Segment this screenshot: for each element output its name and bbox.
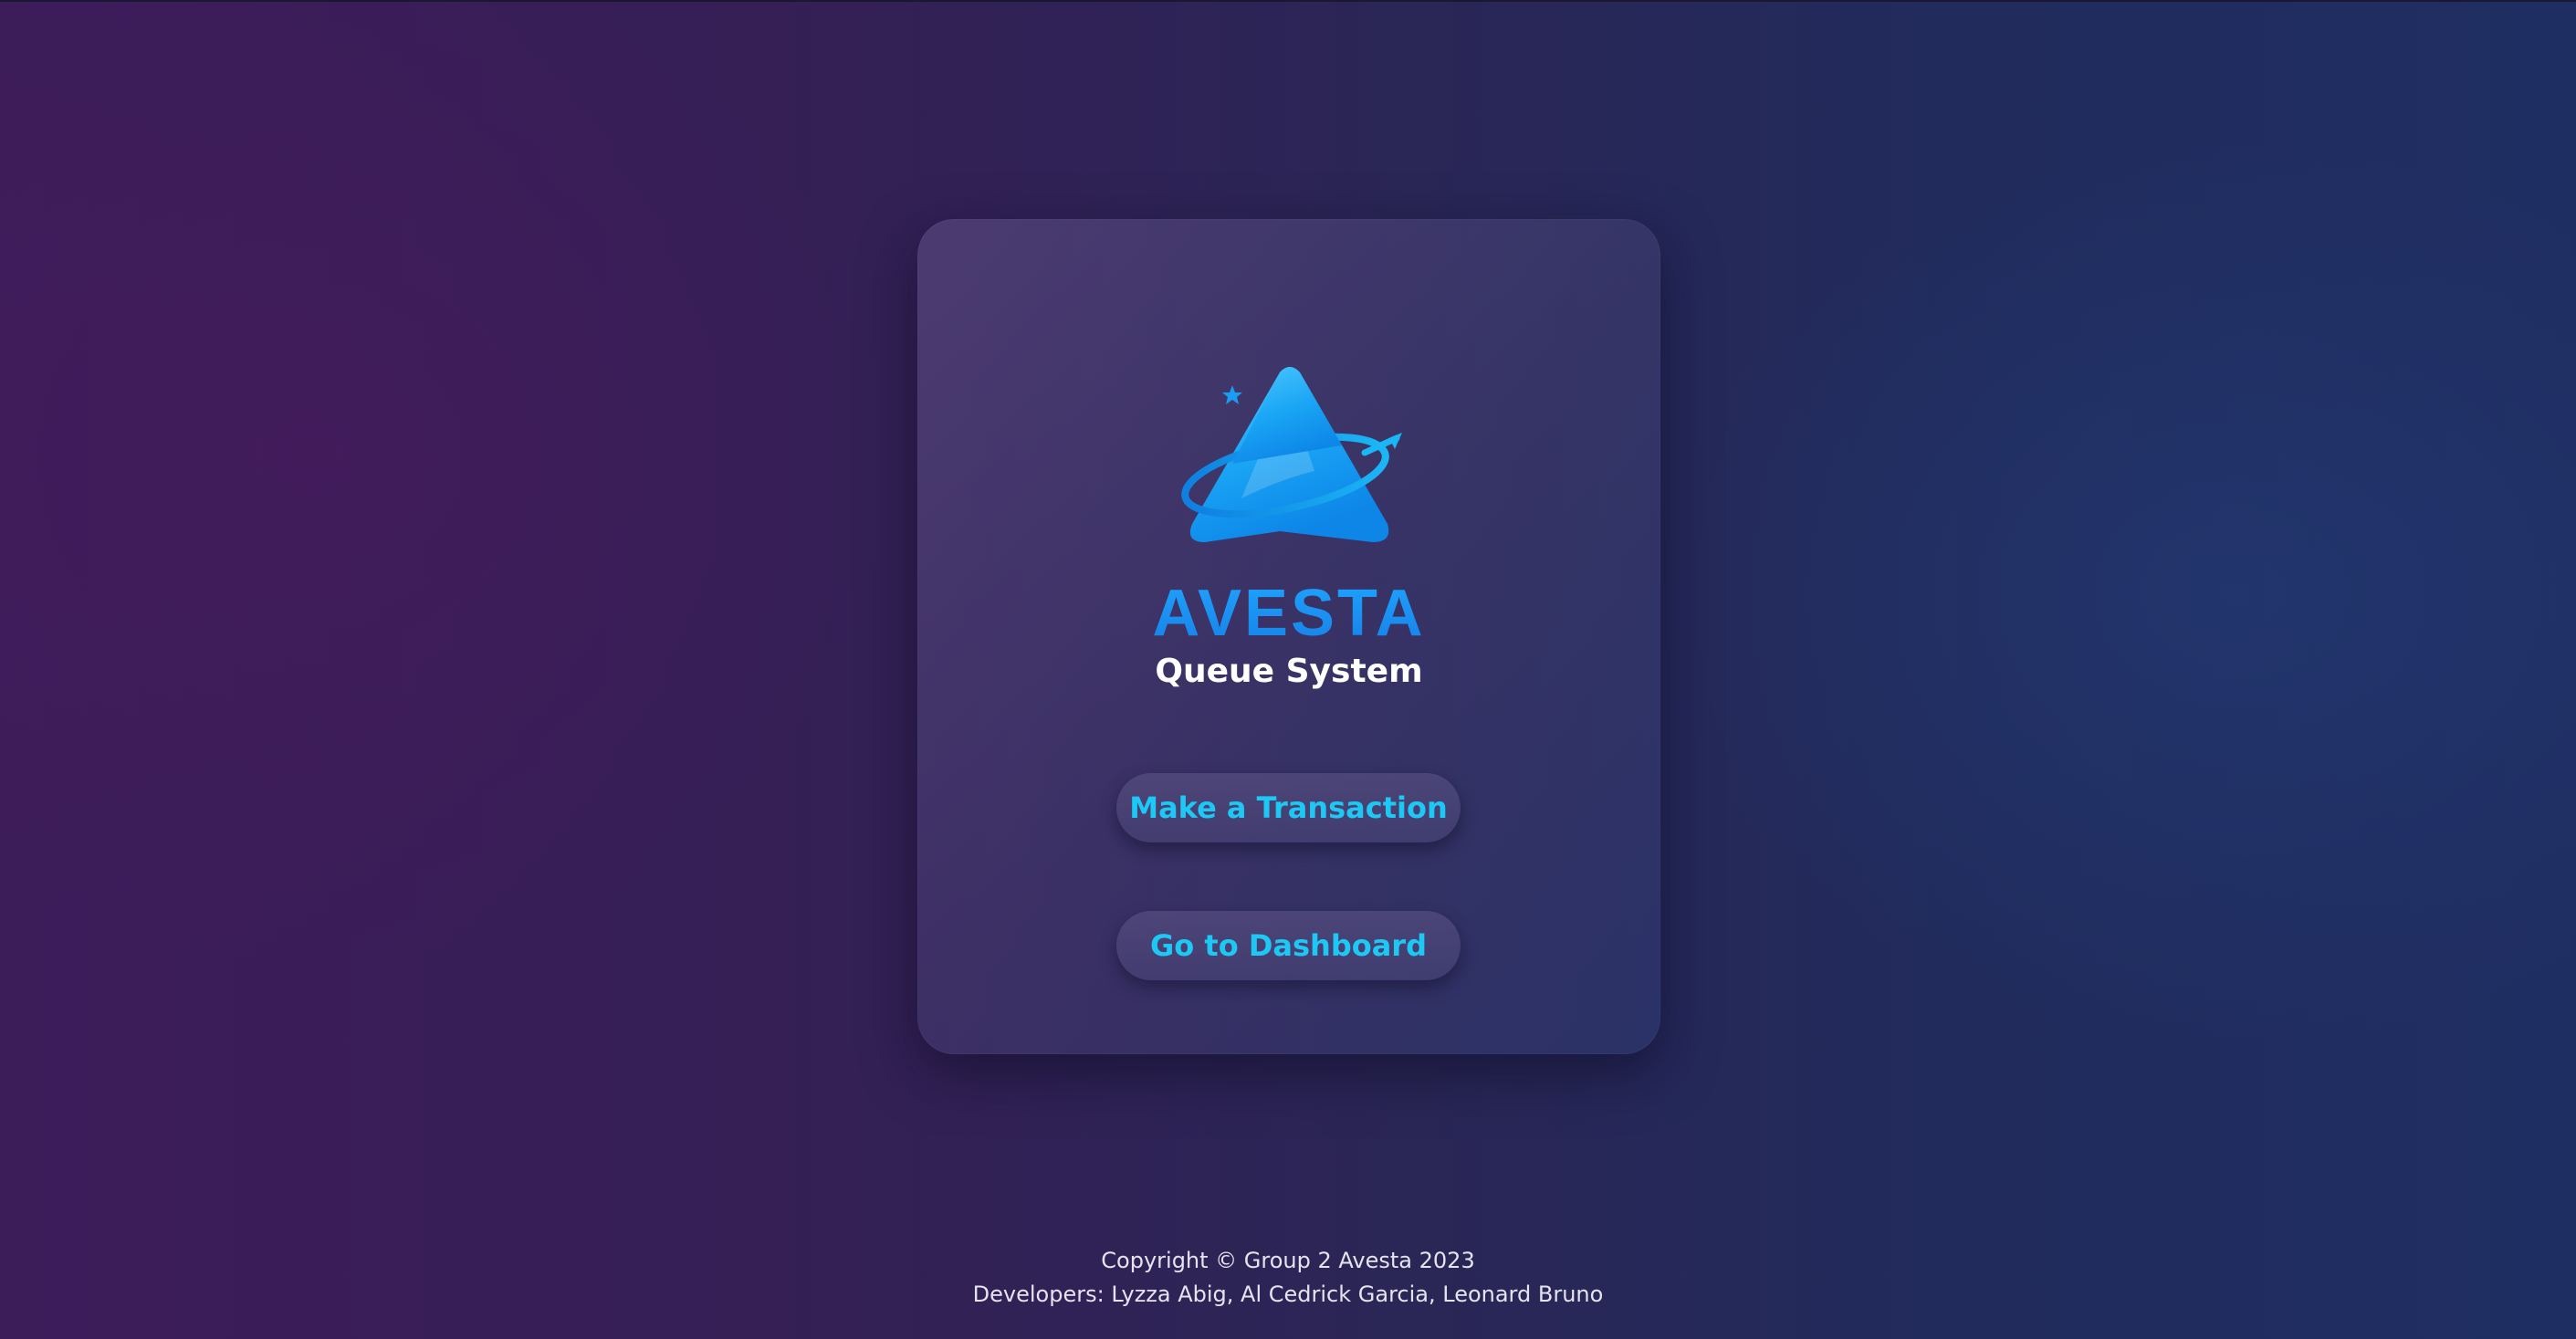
brand-name: AVESTA	[917, 577, 1660, 650]
go-to-dashboard-button[interactable]: Go to Dashboard	[1116, 911, 1461, 980]
footer-developers: Developers: Lyzza Abig, Al Cedrick Garci…	[972, 1281, 1604, 1307]
window-top-edge	[0, 0, 2576, 2]
brand-subtitle: Queue System	[1155, 653, 1423, 690]
make-transaction-button[interactable]: Make a Transaction	[1116, 773, 1461, 842]
avesta-logo-icon	[1181, 367, 1402, 542]
footer-copyright: Copyright © Group 2 Avesta 2023	[1101, 1248, 1475, 1273]
